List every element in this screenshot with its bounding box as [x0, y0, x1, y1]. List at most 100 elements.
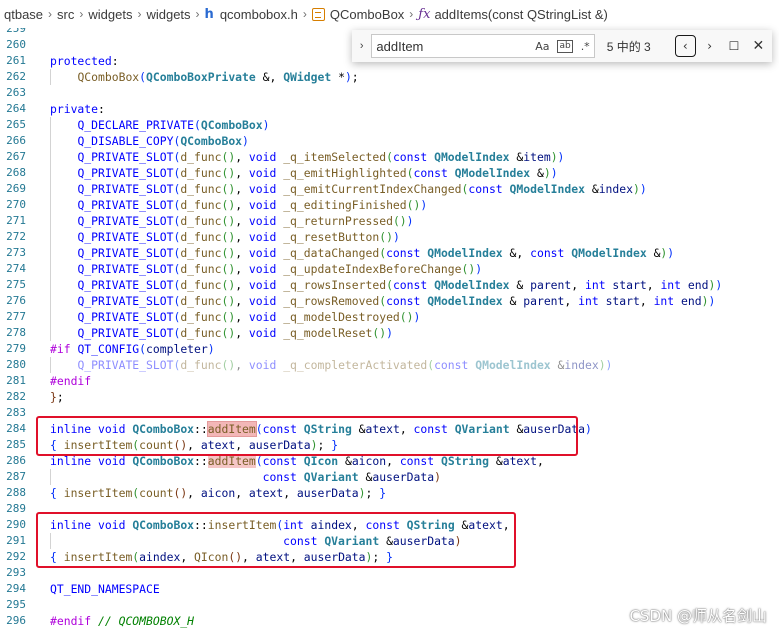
crumb-label: qcombobox.h: [219, 6, 298, 22]
line-number: 288: [6, 486, 26, 499]
indent-guide: [50, 69, 51, 85]
line-number: 259: [6, 28, 26, 35]
crumb-label: QComboBox: [329, 6, 405, 22]
find-input[interactable]: [376, 38, 532, 54]
chevron-right-icon: ›: [79, 7, 84, 21]
code-line[interactable]: Q_PRIVATE_SLOT(d_func(), void _q_modelDe…: [50, 309, 420, 325]
previous-match-button[interactable]: ‹: [674, 35, 696, 57]
chevron-right-icon: ›: [409, 7, 414, 21]
code-editor[interactable]: 259 260 261 262 263 264 265 266 267 268 269 270 271 2…: [0, 28, 779, 632]
crumb-qtbase[interactable]: qtbase: [4, 7, 43, 22]
crumb-widgets-2[interactable]: widgets: [146, 7, 190, 22]
crumb-label: qtbase: [4, 6, 44, 22]
code-line[interactable]: QComboBox(QComboBoxPrivate &, QWidget *)…: [50, 69, 358, 85]
code-line[interactable]: QT_END_NAMESPACE: [50, 581, 160, 597]
header-file-icon: h: [204, 6, 214, 22]
code-line[interactable]: #if QT_CONFIG(completer): [50, 341, 215, 357]
line-number: 289: [6, 502, 26, 515]
regex-toggle[interactable]: .*: [581, 40, 590, 53]
line-number: 266: [6, 134, 26, 147]
crumb-src[interactable]: src: [57, 7, 74, 22]
indent-guide: [50, 117, 51, 341]
crumb-class[interactable]: QComboBox: [311, 6, 405, 22]
line-number: 275: [6, 278, 26, 291]
code-line[interactable]: Q_PRIVATE_SLOT(d_func(), void _q_resetBu…: [50, 229, 399, 245]
highlight-box-additem: [36, 416, 578, 456]
line-number: 267: [6, 150, 26, 163]
line-number: 262: [6, 70, 26, 83]
line-number: 277: [6, 310, 26, 323]
whole-word-toggle[interactable]: ab: [557, 39, 573, 53]
code-line[interactable]: const QVariant &auserData): [50, 469, 441, 485]
close-find-button[interactable]: ✕: [748, 35, 769, 57]
line-number: 272: [6, 230, 26, 243]
code-line[interactable]: Q_DISABLE_COPY(QComboBox): [50, 133, 248, 149]
match-count: 5 中的 3: [606, 39, 651, 54]
line-number: 284: [6, 422, 26, 435]
crumb-label: widgets: [146, 6, 191, 22]
watermark: CSDN @师从名剑山: [629, 607, 767, 625]
code-line[interactable]: Q_PRIVATE_SLOT(d_func(), void _q_complet…: [50, 357, 612, 373]
line-number: 280: [6, 358, 26, 371]
line-number: 285: [6, 438, 26, 451]
line-number: 276: [6, 294, 26, 307]
code-line[interactable]: Q_PRIVATE_SLOT(d_func(), void _q_modelRe…: [50, 325, 393, 341]
line-number: 281: [6, 374, 26, 387]
code-line[interactable]: Q_PRIVATE_SLOT(d_func(), void _q_rowsRem…: [50, 293, 715, 309]
code-line[interactable]: protected:: [50, 53, 119, 69]
line-number: 278: [6, 326, 26, 339]
line-number: 261: [6, 54, 26, 67]
crumb-label: src: [57, 6, 75, 22]
line-number: 290: [6, 518, 26, 531]
find-input-wrapper: Aa ab .*: [371, 34, 595, 58]
line-number-gutter: 259 260 261 262 263 264 265 266 267 268 269 270 271 2…: [0, 28, 34, 632]
next-match-button[interactable]: ›: [699, 35, 720, 57]
code-line[interactable]: Q_PRIVATE_SLOT(d_func(), void _q_returnP…: [50, 213, 413, 229]
line-number: 270: [6, 198, 26, 211]
crumb-function[interactable]: ƒx addItems(const QStringList &): [418, 7, 608, 22]
line-number: 274: [6, 262, 26, 275]
crumb-label: addItems(const QStringList &): [434, 6, 608, 22]
code-line[interactable]: Q_PRIVATE_SLOT(d_func(), void _q_dataCha…: [50, 245, 674, 261]
code-line[interactable]: };: [50, 389, 64, 405]
chevron-right-icon[interactable]: ›: [352, 40, 371, 52]
match-case-toggle[interactable]: Aa: [535, 40, 549, 53]
line-number: 291: [6, 534, 26, 547]
line-number: 260: [6, 38, 26, 51]
line-number: 292: [6, 550, 26, 563]
line-number: 271: [6, 214, 26, 227]
line-number: 295: [6, 598, 26, 611]
find-widget: › Aa ab .* 5 中的 3 ‹ › ☐ ✕: [352, 30, 772, 62]
line-number: 279: [6, 342, 26, 355]
crumb-file[interactable]: h qcombobox.h: [205, 7, 298, 22]
chevron-right-icon: ›: [302, 7, 307, 21]
line-number: 269: [6, 182, 26, 195]
line-number: 283: [6, 406, 26, 419]
find-in-selection-button[interactable]: ☐: [723, 35, 744, 57]
chevron-right-icon: ›: [48, 7, 53, 21]
indent-guide: [50, 469, 51, 485]
function-symbol-icon: ƒx: [418, 6, 431, 22]
indent-guide: [50, 357, 51, 373]
line-number: 268: [6, 166, 26, 179]
code-line[interactable]: Q_PRIVATE_SLOT(d_func(), void _q_rowsIns…: [50, 277, 722, 293]
crumb-label: widgets: [88, 6, 133, 22]
code-line[interactable]: { insertItem(count(), aicon, atext, ause…: [50, 485, 386, 501]
highlight-box-insertitem: [36, 512, 516, 568]
line-number: 293: [6, 566, 26, 579]
line-number: 263: [6, 86, 26, 99]
line-number: 264: [6, 102, 26, 115]
line-number: 296: [6, 614, 26, 627]
code-line[interactable]: Q_PRIVATE_SLOT(d_func(), void _q_updateI…: [50, 261, 482, 277]
code-line[interactable]: #endif // QCOMBOBOX_H: [50, 613, 194, 629]
code-line[interactable]: Q_PRIVATE_SLOT(d_func(), void _q_editing…: [50, 197, 427, 213]
code-line[interactable]: #endif: [50, 373, 91, 389]
line-number: 286: [6, 454, 26, 467]
line-number: 265: [6, 118, 26, 131]
crumb-widgets[interactable]: widgets: [88, 7, 132, 22]
code-line[interactable]: Q_DECLARE_PRIVATE(QComboBox): [50, 117, 269, 133]
code-line[interactable]: Q_PRIVATE_SLOT(d_func(), void _q_emitHig…: [50, 165, 557, 181]
code-line[interactable]: private:: [50, 101, 105, 117]
code-line[interactable]: Q_PRIVATE_SLOT(d_func(), void _q_emitCur…: [50, 181, 646, 197]
code-line[interactable]: Q_PRIVATE_SLOT(d_func(), void _q_itemSel…: [50, 149, 564, 165]
